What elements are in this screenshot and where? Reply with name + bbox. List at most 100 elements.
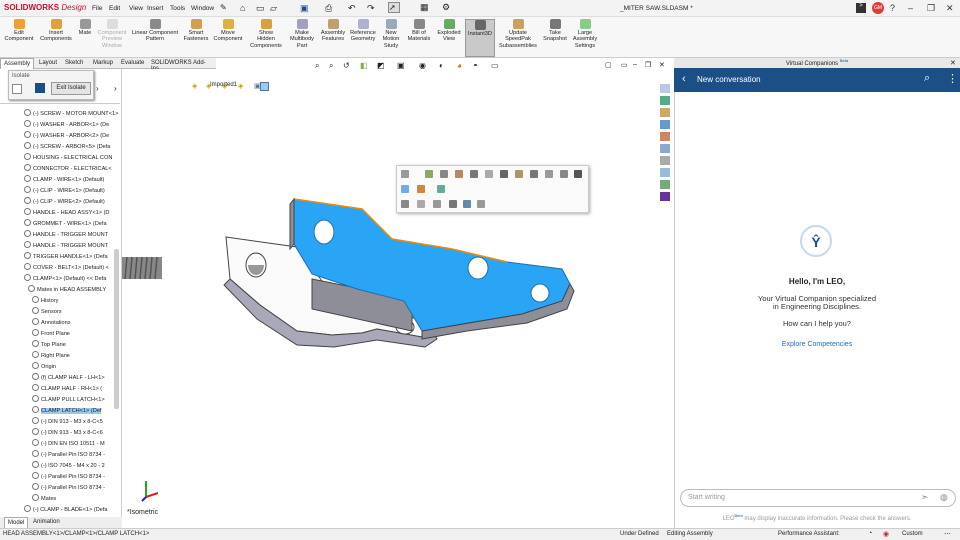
tree-item[interactable]: Origin [0,362,118,373]
tree-item[interactable]: (-) Parallel Pin ISO 8734 - [0,450,118,461]
tab-layout[interactable]: Layout [36,58,60,69]
viewport-split-icon[interactable]: ▭ [621,61,628,69]
tree-item[interactable]: (-) WASHER - ARBOR<1> (De [0,120,118,131]
tree-item[interactable]: (-) DIN 913 - M3 x 8-C<6 [0,428,118,439]
appearances-icon[interactable] [660,132,670,141]
tree-item[interactable]: (-) WASHER - ARBOR<2> (De [0,131,118,142]
tab-addins[interactable]: SOLIDWORKS Add-Ins [148,58,216,72]
reference-geometry-button[interactable]: Reference Geometry [348,19,378,57]
tree-item[interactable]: Mates in HEAD ASSEMBLY [0,285,118,296]
menu-view[interactable]: View [129,5,143,12]
tree-item[interactable]: (-) Parallel Pin ISO 8734 - [0,483,118,494]
tree-item[interactable]: (-) CLAMP - BLADE<1> (Defa [0,505,118,516]
ctx-properties-icon[interactable] [574,170,582,178]
open-icon[interactable]: ▱ [270,3,277,14]
tree-item[interactable]: History [0,296,118,307]
bill-of-materials-button[interactable]: Bill of Materials [406,19,432,57]
isolate-options-dropdown[interactable] [12,84,22,94]
ctx-open-part-icon[interactable] [417,185,425,193]
redo-icon[interactable]: ↷ [367,3,375,14]
isolate-save-icon[interactable] [35,83,45,93]
rebuild-icon[interactable]: ▦ [420,2,429,13]
large-assembly-settings-button[interactable]: Large Assembly Settings [570,19,600,57]
tree-item[interactable]: CLAMP PULL LATCH<1> [0,395,118,406]
ctx-mate-icon[interactable] [401,185,409,193]
screw-rod[interactable] [122,256,162,280]
tab-model[interactable]: Model [4,517,29,528]
tree-filter[interactable] [0,100,120,104]
ctx-component-properties-icon[interactable] [437,185,445,193]
tree-item[interactable]: (-) CLIP - WIRE<2> (Default) [0,197,118,208]
tab-sketch[interactable]: Sketch [62,58,86,69]
tree-item[interactable]: HOUSING - ELECTRICAL CON [0,153,118,164]
ctx-measure-icon[interactable] [500,170,508,178]
3dexperience-icon[interactable] [660,168,670,177]
component-preview-window-button[interactable]: Component Preview Window [95,19,129,57]
forum-icon[interactable] [660,156,670,165]
select-icon[interactable]: ➚ [388,2,400,13]
units-selector[interactable]: Custom [902,531,923,537]
send-icon[interactable]: ➣ [921,492,929,503]
tree-expand-chevron-icon[interactable]: › [114,84,117,93]
viewport-minimize-icon[interactable]: – [633,61,637,68]
print-icon[interactable]: ⎙ [325,3,332,14]
show-hidden-components-button[interactable]: Show Hidden Components [248,19,284,57]
tree-item[interactable]: Top Plane [0,340,118,351]
tree-item[interactable]: CLAMP<1> (Default) << Defa [0,274,118,285]
ctx-normal-to-icon[interactable] [485,170,493,178]
ctx-appearance-icon[interactable] [560,170,568,178]
linear-component-pattern-button[interactable]: Linear Component Pattern [130,19,180,57]
ctx-edit-part-icon[interactable] [401,170,409,178]
ctx-rotate-icon[interactable] [449,200,457,208]
ctx-zoom-icon[interactable] [433,200,441,208]
update-speedpak-button[interactable]: Update SpeedPak Subassemblies [498,19,538,57]
tree-item[interactable]: Mates [0,494,118,505]
menu-file[interactable]: File [92,5,102,12]
ctx-view-icon[interactable] [477,200,485,208]
ctx-select-icon[interactable] [401,200,409,208]
tab-markup[interactable]: Markup [90,58,116,69]
tree-collapse-chevron-icon[interactable]: › [96,84,99,93]
restore-icon[interactable]: ❐ [927,3,935,14]
virtual-companion-icon[interactable] [660,192,670,201]
home-icon[interactable]: ⌂ [240,3,245,13]
tab-animation[interactable]: Animation [30,517,63,528]
tree-item[interactable]: (-) SCREW - MOTOR MOUNT<1> [0,109,118,120]
ctx-zoom-selection-icon[interactable] [417,200,425,208]
new-motion-study-button[interactable]: New Motion Study [380,19,402,57]
ctx-hide-icon[interactable] [515,170,523,178]
explore-competencies-link[interactable]: Explore Competencies [674,341,960,348]
chat-input[interactable]: Start writing [688,494,725,501]
graphics-area[interactable]: ◈ ◈ ◈ ◈ ▣ Imported1 *Isometric [122,69,672,516]
custom-properties-icon[interactable] [660,144,670,153]
tree-item[interactable]: (f) CLAMP HALF - LH<1> [0,373,118,384]
take-snapshot-button[interactable]: Take Snapshot [540,19,570,57]
clamp-latch-part[interactable] [223,197,575,348]
ctx-instant3d-icon[interactable] [470,170,478,178]
more-options-icon[interactable]: ⋮ [947,72,958,85]
tree-item[interactable]: Right Plane [0,351,118,362]
assembly-features-button[interactable]: Assembly Features [318,19,348,57]
user-avatar[interactable]: GM [872,2,884,14]
tree-item[interactable]: (-) Parallel Pin ISO 8734 - [0,472,118,483]
smart-fasteners-button[interactable]: Smart Fasteners [182,19,210,57]
tree-item[interactable]: (-) DIN 913 - M3 x 8-C<5 [0,417,118,428]
new-file-icon[interactable]: ▭ [256,3,265,14]
viewport-restore-icon[interactable]: ▢ [605,61,612,69]
tree-item[interactable]: CLAMP - WIRE<1> (Default) [0,175,118,186]
viewport-close-icon[interactable]: ✕ [659,61,665,69]
solidworks-resources-icon[interactable] [660,180,670,189]
file-explorer-icon[interactable] [660,108,670,117]
tree-item[interactable]: COVER - BELT<1> (Default) < [0,263,118,274]
ctx-transparency-icon[interactable] [545,170,553,178]
terminal-icon[interactable]: > [856,3,866,13]
ctx-feature-icon[interactable] [440,170,448,178]
tree-item[interactable]: HANDLE - TRIGGER MOUNT [0,230,118,241]
back-arrow-icon[interactable]: ‹ [682,73,686,85]
tree-item[interactable]: Front Plane [0,329,118,340]
resources-icon[interactable] [660,84,670,93]
tree-item[interactable]: TRIGGER HANDLE<1> (Defa [0,252,118,263]
tree-item[interactable]: GROMMET - WIRE<1> (Defa [0,219,118,230]
status-menu-icon[interactable]: ⋯ [944,530,951,538]
tree-item[interactable]: Sensors [0,307,118,318]
